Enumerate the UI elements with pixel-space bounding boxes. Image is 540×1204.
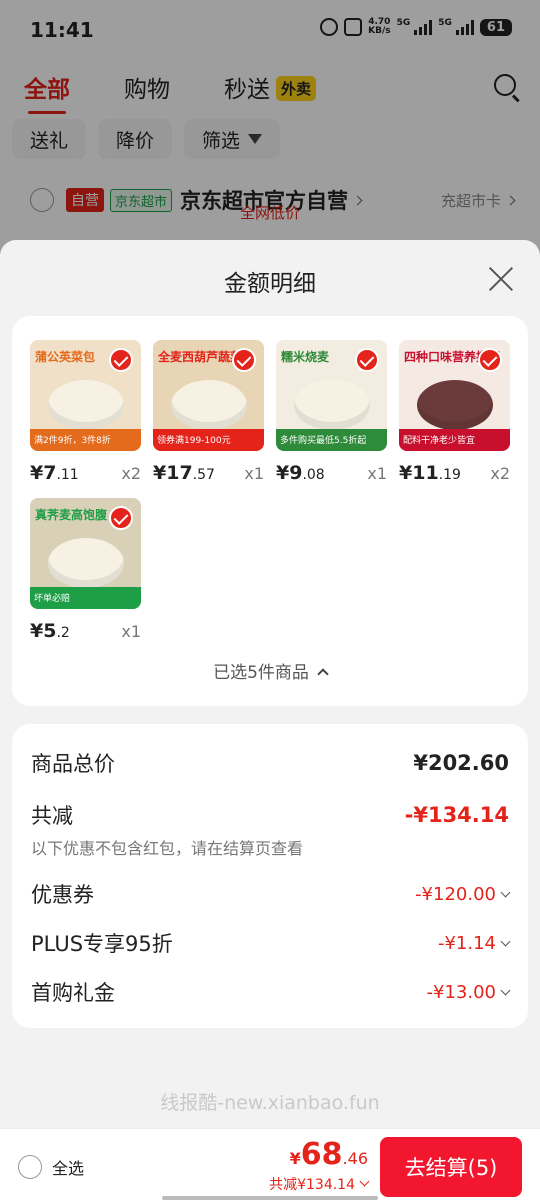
- watermark: 线报酷-new.xianbao.fun: [160, 1092, 380, 1114]
- product-image-band: 领券满199-100元: [153, 429, 264, 451]
- select-all[interactable]: 全选: [18, 1155, 84, 1179]
- product-image-band: 坏单必赔: [30, 587, 141, 609]
- price-row: ¥9.08 x1: [276, 462, 387, 484]
- checkout-bar: 全选 ¥68.46 共减¥134.14 去结算(5): [0, 1128, 540, 1204]
- first-purchase-value: -¥13.00: [427, 982, 511, 1003]
- food-shape: [171, 380, 247, 430]
- product-qty: x1: [244, 464, 264, 483]
- price-row: ¥11.19 x2: [399, 462, 510, 484]
- product-image-band: 配料干净老少皆宜: [399, 429, 510, 451]
- chevron-down-icon: [359, 1176, 370, 1187]
- chevron-down-icon: [500, 887, 511, 897]
- food-shape: [48, 538, 124, 588]
- check-icon[interactable]: [109, 506, 133, 530]
- reduce-row: 共减 -¥134.14: [31, 800, 509, 830]
- product-image[interactable]: 四种口味营养搭配 配料干净老少皆宜: [399, 340, 510, 451]
- product-image-label: 真荠麦高饱腹: [35, 508, 108, 522]
- product-qty: x1: [367, 464, 387, 483]
- home-indicator: [162, 1196, 378, 1200]
- product-image-label: 糯米烧麦: [281, 350, 330, 364]
- total-price: ¥68.46: [289, 1137, 368, 1172]
- product-image[interactable]: 蒲公英菜包满2件9折，3件8折: [30, 340, 141, 451]
- product-price: ¥7.11: [30, 462, 79, 484]
- product-image-label: 蒲公英菜包: [35, 350, 96, 364]
- product-price: ¥5.2: [30, 620, 70, 642]
- total-box: ¥68.46 共减¥134.14: [269, 1137, 370, 1194]
- coupon-value: -¥120.00: [415, 884, 511, 905]
- chevron-down-icon: [500, 936, 511, 946]
- total-reduce[interactable]: 共减¥134.14: [269, 1174, 370, 1194]
- plus-discount-value: -¥1.14: [438, 933, 511, 954]
- product-qty: x2: [121, 464, 141, 483]
- price-row: ¥5.2 x1: [30, 620, 141, 642]
- sheet-title: 金额明细: [224, 271, 316, 297]
- amount-detail-sheet: 金额明细 蒲公英菜包满2件9折，3件8折 ¥7.11 x2 全麦西葫芦蔬菜卷 领券满19…: [0, 240, 540, 1204]
- total-label: 商品总价: [31, 752, 115, 776]
- first-purchase-label: 首购礼金: [31, 981, 115, 1005]
- goods-card: 蒲公英菜包满2件9折，3件8折 ¥7.11 x2 全麦西葫芦蔬菜卷 领券满199-100…: [12, 316, 528, 706]
- plus-discount-label: PLUS专享95折: [31, 932, 173, 956]
- product-price: ¥17.57: [153, 462, 215, 484]
- total-row: 商品总价 ¥202.60: [31, 748, 509, 778]
- product-image-band: 满2件9折，3件8折: [30, 429, 141, 451]
- select-all-label: 全选: [52, 1159, 85, 1178]
- total-value: ¥202.60: [413, 751, 509, 775]
- checkout-button[interactable]: 去结算(5): [380, 1137, 522, 1197]
- product-image[interactable]: 真荠麦高饱腹坏单必赔: [30, 498, 141, 609]
- product-image[interactable]: 糯米烧麦多件购买最低5.5折起: [276, 340, 387, 451]
- sheet-header: 金额明细: [0, 240, 540, 316]
- product-qty: x2: [490, 464, 510, 483]
- price-row: ¥7.11 x2: [30, 462, 141, 484]
- check-icon[interactable]: [232, 348, 256, 372]
- check-icon[interactable]: [355, 348, 379, 372]
- coupon-label: 优惠券: [31, 883, 94, 907]
- product-qty: x1: [121, 622, 141, 641]
- food-shape: [294, 380, 370, 430]
- reduce-label: 共减: [31, 804, 73, 828]
- check-icon[interactable]: [109, 348, 133, 372]
- price-row: ¥17.57 x1: [153, 462, 264, 484]
- food-shape: [417, 380, 493, 430]
- plus-discount-row[interactable]: PLUS专享95折 -¥1.14: [31, 928, 511, 958]
- product-image[interactable]: 全麦西葫芦蔬菜卷 领券满199-100元: [153, 340, 264, 451]
- first-purchase-row[interactable]: 首购礼金 -¥13.00: [31, 977, 511, 1007]
- product-price: ¥9.08: [276, 462, 325, 484]
- select-all-checkbox[interactable]: [18, 1155, 42, 1179]
- discount-note: 以下优惠不包含红包，请在结算页查看: [31, 839, 304, 858]
- check-icon[interactable]: [478, 348, 502, 372]
- food-shape: [48, 380, 124, 430]
- price-detail-card: 商品总价 ¥202.60 共减 -¥134.14 以下优惠不包含红包，请在结算页…: [12, 724, 528, 1028]
- close-icon[interactable]: [488, 266, 514, 292]
- product-image-band: 多件购买最低5.5折起: [276, 429, 387, 451]
- selected-count[interactable]: 已选5件商品: [12, 658, 528, 683]
- product-price: ¥11.19: [399, 462, 461, 484]
- coupon-row[interactable]: 优惠券 -¥120.00: [31, 879, 511, 909]
- chevron-up-icon: [317, 668, 329, 680]
- chevron-down-icon: [500, 985, 511, 995]
- reduce-value: -¥134.14: [404, 803, 509, 827]
